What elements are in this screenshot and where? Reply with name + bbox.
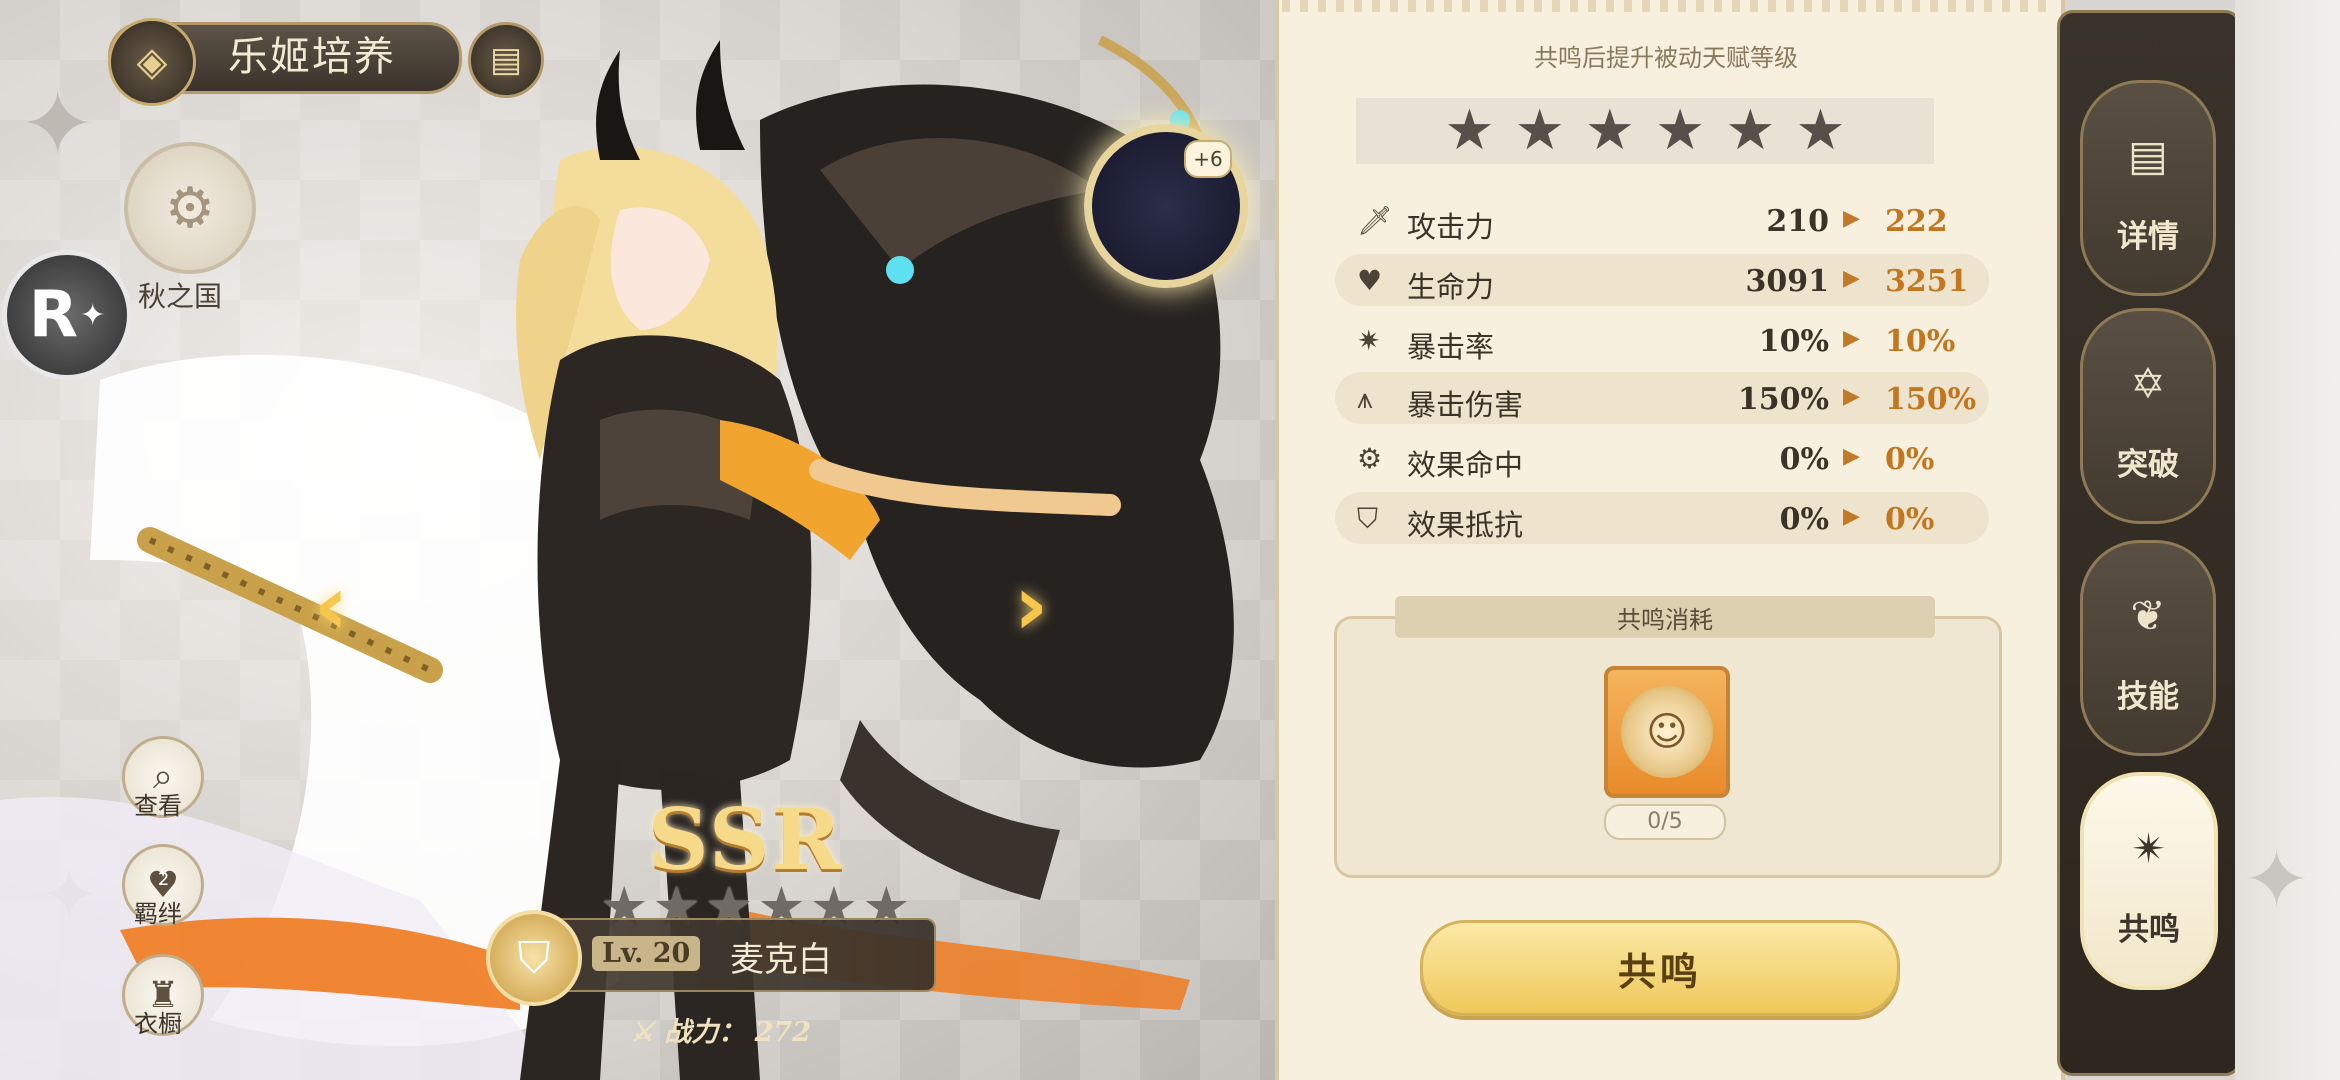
crossed-swords-icon: ⚔ (630, 1017, 655, 1048)
arrow-right-icon: ▶ (1843, 266, 1860, 291)
gem-level-badge: +6 (1184, 140, 1232, 178)
cost-item-card[interactable]: ☺ (1604, 666, 1730, 798)
nation-emblem-icon: ⚙ (124, 142, 256, 274)
document-icon: ▤ (489, 40, 523, 80)
panel-heading: 共鸣后提升被动天赋等级 (1534, 44, 1798, 72)
stat-row-attack: 🗡 攻击力 210 ▶ 222 (1357, 204, 1948, 244)
nation-label: 秋之国 (138, 280, 223, 313)
right-background: ✦ (2235, 0, 2340, 1080)
panel-edge-decoration (1282, 0, 2052, 12)
notes-button[interactable]: ▤ (468, 22, 544, 98)
arrow-right-icon: ▶ (1843, 504, 1860, 529)
heart-icon: ♥ (1357, 264, 1383, 297)
resonance-star-icon: ✴ (2131, 824, 2167, 873)
star-icon: ★ (1514, 98, 1565, 163)
stat-row-crit-rate: ✷ 暴击率 10% ▶ 10% (1357, 324, 1956, 364)
sparkle-icon: ✦ (80, 297, 106, 333)
cost-title: 共鸣消耗 (1395, 596, 1935, 638)
tab-resonance[interactable]: ✴ 共鸣 (2080, 772, 2218, 990)
bond-label: 羁绊 (134, 900, 182, 928)
back-emblem-icon[interactable]: ◈ (108, 18, 196, 106)
arrow-right-icon: ▶ (1843, 326, 1860, 351)
leaf-icon: ❦ (2130, 591, 2166, 640)
level-badge: Lv. 20 (592, 936, 701, 971)
stat-row-hp: ♥ 生命力 3091 ▶ 3251 (1335, 254, 1989, 306)
wardrobe-label: 衣橱 (134, 1010, 182, 1038)
combat-power: ⚔ 战力： 272 (630, 1017, 811, 1048)
resonate-button[interactable]: 共鸣 (1420, 920, 1900, 1016)
name-bar (520, 918, 936, 992)
stat-row-effect-hit: ⚙ 效果命中 0% ▶ 0% (1357, 442, 1935, 482)
arrow-right-icon: ▶ (1843, 384, 1860, 409)
tab-details[interactable]: ▤ 详情 (2080, 80, 2216, 296)
document-icon: ▤ (2128, 131, 2168, 180)
stat-row-effect-resist: ⛉ 效果抵抗 0% ▶ 0% (1335, 492, 1989, 544)
character-portrait-icon: ☺ (1621, 686, 1713, 778)
gear-icon: ⚙ (1357, 442, 1383, 475)
splash-icon: ⩚ (1357, 382, 1373, 415)
cost-count: 0/5 (1604, 804, 1726, 840)
class-shield-icon: ⛉ (486, 910, 582, 1006)
page-title: 乐姬培养 (228, 34, 396, 80)
star-icon: ★ (1725, 98, 1776, 163)
burst-icon: ✷ (1357, 324, 1381, 357)
sparkle-icon: ✦ (2243, 833, 2311, 926)
arrow-right-icon: ▶ (1843, 444, 1860, 469)
character-name: 麦克白 (730, 940, 832, 980)
star-icon: ★ (1655, 98, 1706, 163)
rank-badge: R ✦ (2, 250, 132, 380)
sword-icon: 🗡 (1357, 204, 1393, 237)
tab-breakthrough[interactable]: ✡ 突破 (2080, 308, 2216, 524)
arrow-right-icon: ▶ (1843, 206, 1860, 231)
view-label: 查看 (134, 792, 182, 820)
prev-character-arrow-icon[interactable]: ‹ (296, 556, 366, 654)
star-icon: ★ (1444, 98, 1495, 163)
tab-skills[interactable]: ❦ 技能 (2080, 540, 2216, 756)
star-icon: ★ (1584, 98, 1635, 163)
next-character-arrow-icon[interactable]: › (996, 556, 1066, 654)
resonance-stars: ★ ★ ★ ★ ★ ★ (1356, 98, 1934, 164)
star-icon: ★ (1795, 98, 1846, 163)
hexagram-icon: ✡ (2130, 359, 2166, 408)
stat-row-crit-damage: ⩚ 暴击伤害 150% ▶ 150% (1335, 372, 1989, 424)
shield-icon: ⛉ (1357, 502, 1379, 535)
